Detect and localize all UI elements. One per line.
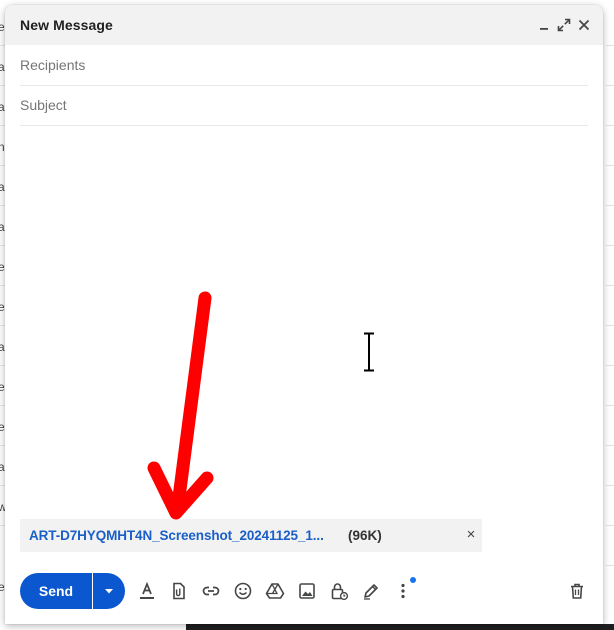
background-dark-bar [186,624,614,630]
insert-signature-icon [364,584,378,600]
insert-link-icon [202,586,220,596]
background-mail-list-right [606,0,614,630]
caret-down-icon [105,589,113,594]
attachment-size: (96K) [348,528,382,543]
minimize-button[interactable] [534,15,554,35]
insert-photo-icon [299,583,315,599]
insert-link-button[interactable] [199,579,223,603]
insert-drive-icon [265,583,285,599]
insert-emoji-button[interactable] [231,579,255,603]
subject-field [20,85,588,126]
text-cursor-icon [364,332,374,372]
recipients-field [20,45,588,86]
insert-emoji-icon [234,582,252,600]
compose-header[interactable]: New Message [5,5,603,45]
message-body[interactable] [20,130,588,515]
minimize-icon [540,28,548,30]
full-screen-button[interactable] [554,15,574,35]
attachment-name-link[interactable]: ART-D7HYQMHT4N_Screenshot_20241125_1... [29,528,324,543]
more-options-icon [401,583,405,599]
send-button-label: Send [38,583,74,599]
discard-draft-icon [571,583,583,599]
remove-attachment-button[interactable]: × [464,527,478,542]
attachment-chip[interactable]: ART-D7HYQMHT4N_Screenshot_20241125_1... … [20,519,482,552]
attach-file-icon [173,582,185,600]
confidential-mode-icon [331,583,349,601]
discard-draft-button[interactable] [565,579,589,603]
attach-files-button[interactable] [167,579,191,603]
more-send-options-button[interactable] [93,573,125,609]
compose-window: New Message ART-D7HYQMHT4N_Screensh [5,5,603,624]
notification-dot [410,577,416,583]
expand-icon [557,18,571,32]
recipients-input[interactable] [20,55,580,75]
close-icon [578,19,590,31]
formatting-options-button[interactable] [135,579,159,603]
send-button[interactable]: Send [20,573,92,609]
close-button[interactable] [574,15,594,35]
insert-photo-button[interactable] [295,579,319,603]
confidential-mode-button[interactable] [327,579,351,603]
formatting-options-icon [140,581,154,599]
subject-input[interactable] [20,95,580,115]
compose-title: New Message [20,17,113,33]
insert-signature-button[interactable] [359,579,383,603]
insert-from-drive-button[interactable] [263,579,287,603]
